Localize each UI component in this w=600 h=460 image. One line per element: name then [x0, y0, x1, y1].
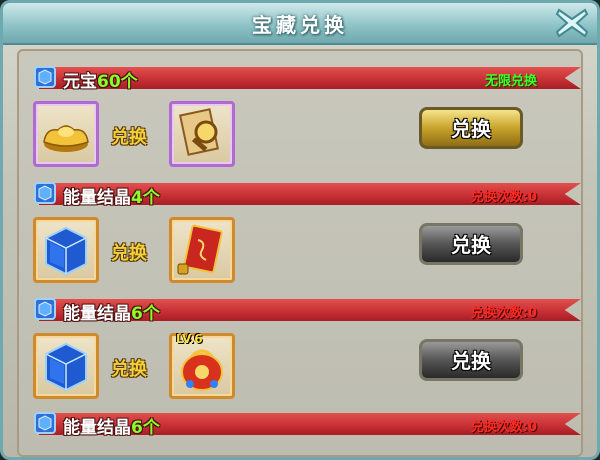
- exchange-button[interactable]: 兑换: [419, 223, 523, 265]
- blue-crystal-cube-icon: [45, 342, 87, 392]
- exchange-row: 兑换 兑换: [29, 215, 581, 291]
- cost-item-slot[interactable]: [33, 333, 99, 399]
- crystal-gem-icon: [34, 298, 56, 320]
- currency-label: 能量结晶4个: [63, 188, 160, 208]
- exchange-row: 兑换 LV.6 兑换: [29, 331, 581, 407]
- entry-header: 元宝60个 无限兑换: [29, 65, 581, 92]
- exchange-button[interactable]: 兑换: [419, 339, 523, 381]
- close-button[interactable]: [553, 5, 591, 41]
- exchange-status: 无限兑换: [484, 74, 537, 89]
- reward-item-slot[interactable]: [169, 101, 235, 167]
- exchange-label: 兑换: [111, 243, 147, 264]
- cost-item-slot[interactable]: [33, 217, 99, 283]
- exchange-status: 兑换次数:0: [470, 420, 537, 435]
- entry-header: 能量结晶6个 兑换次数:0: [29, 297, 581, 324]
- exchange-label: 兑换: [111, 359, 147, 380]
- crystal-gem-icon: [34, 412, 56, 434]
- crystal-gem-icon: [34, 66, 56, 88]
- exchange-status: 兑换次数:0: [470, 190, 537, 205]
- title-bar: 宝藏兑换: [3, 3, 597, 45]
- scroll-magnifier-icon: [178, 108, 220, 156]
- crystal-gem-icon: [34, 182, 56, 204]
- cost-item-slot[interactable]: [33, 101, 99, 167]
- gold-ingot-icon: [43, 125, 89, 152]
- treasure-exchange-window: 宝藏兑换 元宝60个 无限兑换 兑换 兑换 能量结晶4个 兑换次数:0 兑换 兑…: [0, 0, 600, 460]
- exchange-button[interactable]: 兑换: [419, 107, 523, 149]
- exchange-status: 兑换次数:0: [470, 306, 537, 321]
- exchange-label: 兑换: [111, 127, 147, 148]
- red-talisman-card-icon: [177, 224, 223, 275]
- entry-header: 能量结晶4个 兑换次数:0: [29, 181, 581, 208]
- exchange-row: 兑换 兑换: [29, 99, 581, 175]
- reward-item-slot[interactable]: [169, 217, 235, 283]
- close-icon: [555, 8, 589, 38]
- entry-header: 能量结晶6个 兑换次数:0: [29, 411, 581, 438]
- currency-label: 元宝60个: [63, 72, 138, 92]
- window-title: 宝藏兑换: [252, 13, 348, 37]
- item-level-badge: LV.6: [176, 332, 203, 346]
- reward-item-slot[interactable]: LV.6: [169, 332, 235, 399]
- blue-crystal-cube-icon: [45, 226, 87, 276]
- currency-label: 能量结晶6个: [63, 304, 160, 324]
- currency-label: 能量结晶6个: [63, 418, 160, 438]
